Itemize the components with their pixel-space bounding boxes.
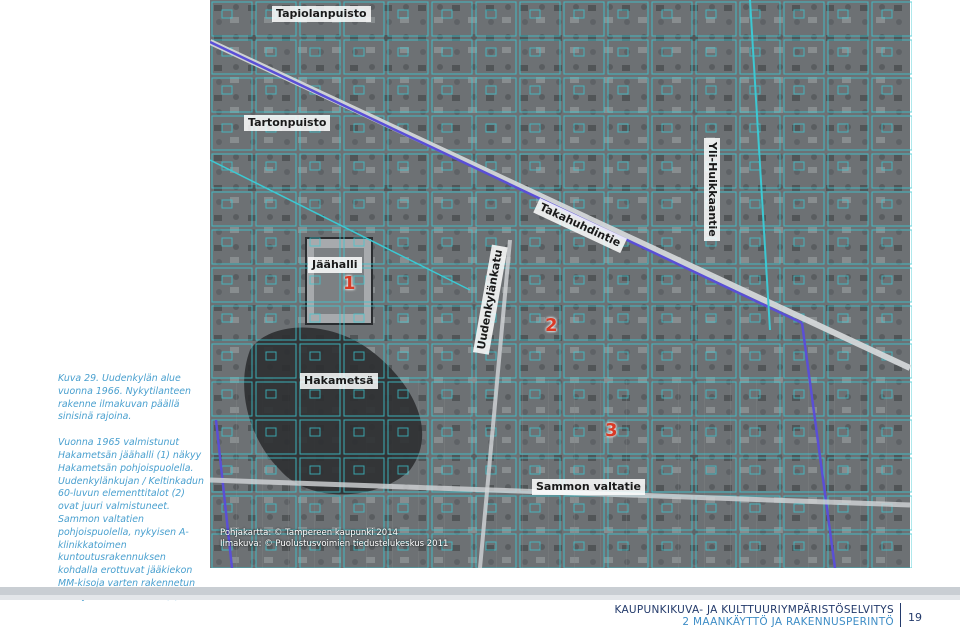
aerial-map: Tapiolanpuisto Tartonpuisto Yli-Huikkaan… bbox=[210, 0, 912, 568]
label-hakametsa: Hakametsä bbox=[300, 373, 378, 389]
figure-caption: Kuva 29. Uudenkylän alue vuonna 1966. Ny… bbox=[58, 373, 206, 617]
caption-title: Kuva 29. Uudenkylän alue vuonna 1966. Ny… bbox=[58, 373, 191, 423]
footer-chapter-title: 2 MAANKÄYTTÖ JA RAKENNUSPERINTÖ bbox=[682, 616, 894, 628]
page-number: 19 bbox=[908, 611, 922, 624]
marker-1: 1 bbox=[343, 273, 356, 294]
footer-band bbox=[0, 587, 960, 595]
marker-2: 2 bbox=[545, 315, 558, 336]
footer-band-light bbox=[0, 595, 960, 600]
footer-report-title: KAUPUNKIKUVA- JA KULTTUURIYMPÄRISTÖSELVI… bbox=[614, 604, 894, 616]
label-tapiolanpuisto: Tapiolanpuisto bbox=[272, 6, 371, 22]
map-credits: Pohjakartta: © Tampereen kaupunki 2014 I… bbox=[220, 528, 448, 550]
marker-3: 3 bbox=[605, 420, 618, 441]
label-jaahalli: Jäähalli bbox=[308, 257, 362, 273]
footer-divider bbox=[900, 603, 901, 627]
label-yli-huikkaantie: Yli-Huikkaantie bbox=[704, 138, 720, 241]
credit-aerial-photo: Ilmakuva: © Puolustusvoimien tiedusteluk… bbox=[220, 539, 449, 549]
label-sammon-valtatie: Sammon valtatie bbox=[532, 479, 646, 495]
caption-body: Vuonna 1965 valmistunut Hakametsän jääha… bbox=[58, 437, 204, 602]
label-tartonpuisto: Tartonpuisto bbox=[244, 115, 331, 131]
credit-base-map: Pohjakartta: © Tampereen kaupunki 2014 bbox=[220, 528, 399, 538]
